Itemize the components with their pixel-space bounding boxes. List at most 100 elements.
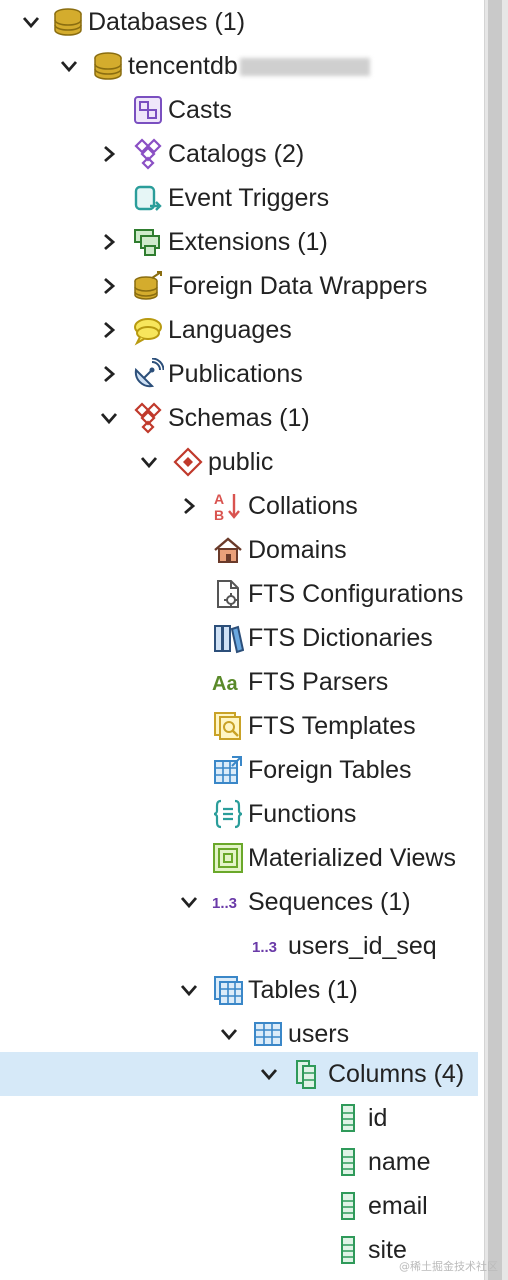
tree-node-catalogs[interactable]: Catalogs (2) (0, 132, 478, 176)
tree-node-columns[interactable]: Columns (4) (0, 1052, 478, 1096)
tree-node-column-name[interactable]: name (0, 1140, 478, 1184)
chevron-down-icon[interactable] (98, 407, 120, 429)
tree-node-fts-configurations[interactable]: FTS Configurations (0, 572, 478, 616)
chevron-right-icon[interactable] (98, 319, 120, 341)
tree-node-extensions[interactable]: Extensions (1) (0, 220, 478, 264)
column-icon (332, 1234, 364, 1266)
tree-node-label: Casts (168, 96, 232, 124)
tree-node-schemas[interactable]: Schemas (1) (0, 396, 478, 440)
fts-dictionary-icon (212, 622, 244, 654)
chevron-down-icon[interactable] (138, 451, 160, 473)
chevron-right-icon[interactable] (98, 143, 120, 165)
catalogs-icon (132, 138, 164, 170)
tree-node-tables[interactable]: Tables (1) (0, 968, 478, 1012)
tree-node-label: Schemas (1) (168, 404, 310, 432)
casts-icon (132, 94, 164, 126)
tree-node-collations[interactable]: AB Collations (0, 484, 478, 528)
tree-node-label: Event Triggers (168, 184, 330, 212)
materialized-view-icon (212, 842, 244, 874)
database-icon (52, 6, 84, 38)
chevron-down-icon[interactable] (58, 55, 80, 77)
tree-node-label: users_id_seq (288, 932, 437, 960)
column-icon (332, 1102, 364, 1134)
chevron-right-icon[interactable] (98, 231, 120, 253)
tree-node-column-email[interactable]: email (0, 1184, 478, 1228)
watermark: @稀土掘金技术社区 (399, 1260, 498, 1273)
tree-node-label: Columns (4) (328, 1060, 465, 1088)
tree-node-label: FTS Templates (248, 712, 416, 740)
publication-icon (132, 358, 164, 390)
sequence-icon: 1..3 (252, 930, 284, 962)
tree-node-foreign-tables[interactable]: Foreign Tables (0, 748, 478, 792)
tree-node-label: users (288, 1020, 350, 1048)
tree-node-label: FTS Parsers (248, 668, 389, 696)
tree-node-label: tencentdb (128, 52, 238, 80)
sequence-glyph: 1..3 (212, 895, 237, 912)
extension-icon (132, 226, 164, 258)
tree-node-label: Foreign Data Wrappers (168, 272, 428, 300)
tree-node-users-id-seq[interactable]: 1..3 users_id_seq (0, 924, 478, 968)
sequence-icon: 1..3 (212, 886, 244, 918)
chevron-down-icon[interactable] (20, 11, 42, 33)
chevron-right-icon[interactable] (98, 363, 120, 385)
sequence-glyph: 1..3 (252, 939, 277, 956)
tree-node-domains[interactable]: Domains (0, 528, 478, 572)
collation-letter-a: A (214, 491, 224, 507)
redaction-blur (240, 58, 370, 76)
tree-node-label: Catalogs (2) (168, 140, 305, 168)
chevron-right-icon[interactable] (98, 275, 120, 297)
tree-node-label: Foreign Tables (248, 756, 412, 784)
tree-node-label: public (208, 448, 274, 476)
column-icon (332, 1190, 364, 1222)
tree-node-casts[interactable]: Casts (0, 88, 478, 132)
tree-node-label: Functions (248, 800, 357, 828)
tree-node-public-schema[interactable]: public (0, 440, 478, 484)
column-icon (332, 1146, 364, 1178)
fts-configuration-icon (212, 578, 244, 610)
tree-node-label: Materialized Views (248, 844, 456, 872)
tree-node-sequences[interactable]: 1..3 Sequences (1) (0, 880, 478, 924)
function-icon (212, 798, 244, 830)
collation-letter-b: B (214, 507, 224, 522)
tree-node-label: Languages (168, 316, 292, 344)
columns-icon (292, 1058, 324, 1090)
tree-node-languages[interactable]: Languages (0, 308, 478, 352)
tree-node-label: email (368, 1192, 428, 1220)
tree-node-label: FTS Configurations (248, 580, 464, 608)
tree-node-server[interactable]: tencentdb (0, 44, 478, 88)
tree-node-column-id[interactable]: id (0, 1096, 478, 1140)
tree-node-label: name (368, 1148, 431, 1176)
vertical-scrollbar-thumb[interactable] (488, 0, 502, 1280)
tables-icon (212, 974, 244, 1006)
fts-template-icon (212, 710, 244, 742)
tree-node-users-table[interactable]: users (0, 1012, 478, 1056)
tree-node-publications[interactable]: Publications (0, 352, 478, 396)
tree-node-materialized-views[interactable]: Materialized Views (0, 836, 478, 880)
tree-node-label: id (368, 1104, 388, 1132)
domain-icon (212, 534, 244, 566)
tree-node-event-triggers[interactable]: Event Triggers (0, 176, 478, 220)
database-icon (92, 50, 124, 82)
chevron-down-icon[interactable] (218, 1023, 240, 1045)
tree-node-fts-dictionaries[interactable]: FTS Dictionaries (0, 616, 478, 660)
tree-node-fts-parsers[interactable]: Aa FTS Parsers (0, 660, 478, 704)
chevron-down-icon[interactable] (258, 1063, 280, 1085)
chevron-down-icon[interactable] (178, 979, 200, 1001)
tree-node-foreign-data-wrappers[interactable]: Foreign Data Wrappers (0, 264, 478, 308)
tree-node-databases[interactable]: Databases (1) (0, 0, 478, 44)
schemas-icon (132, 402, 164, 434)
chevron-down-icon[interactable] (178, 891, 200, 913)
chevron-right-icon[interactable] (178, 495, 200, 517)
tree-node-fts-templates[interactable]: FTS Templates (0, 704, 478, 748)
event-trigger-icon (132, 182, 164, 214)
tree-node-label: Extensions (1) (168, 228, 328, 256)
tree-node-functions[interactable]: Functions (0, 792, 478, 836)
schema-icon (172, 446, 204, 478)
tree-node-label: Tables (1) (248, 976, 358, 1004)
tree-node-label: Collations (248, 492, 358, 520)
tree-node-label: FTS Dictionaries (248, 624, 433, 652)
tree-node-label: Publications (168, 360, 303, 388)
foreign-data-wrapper-icon (132, 270, 164, 302)
tree-node-label: Sequences (1) (248, 888, 411, 916)
fts-parser-glyph: Aa (212, 673, 238, 695)
